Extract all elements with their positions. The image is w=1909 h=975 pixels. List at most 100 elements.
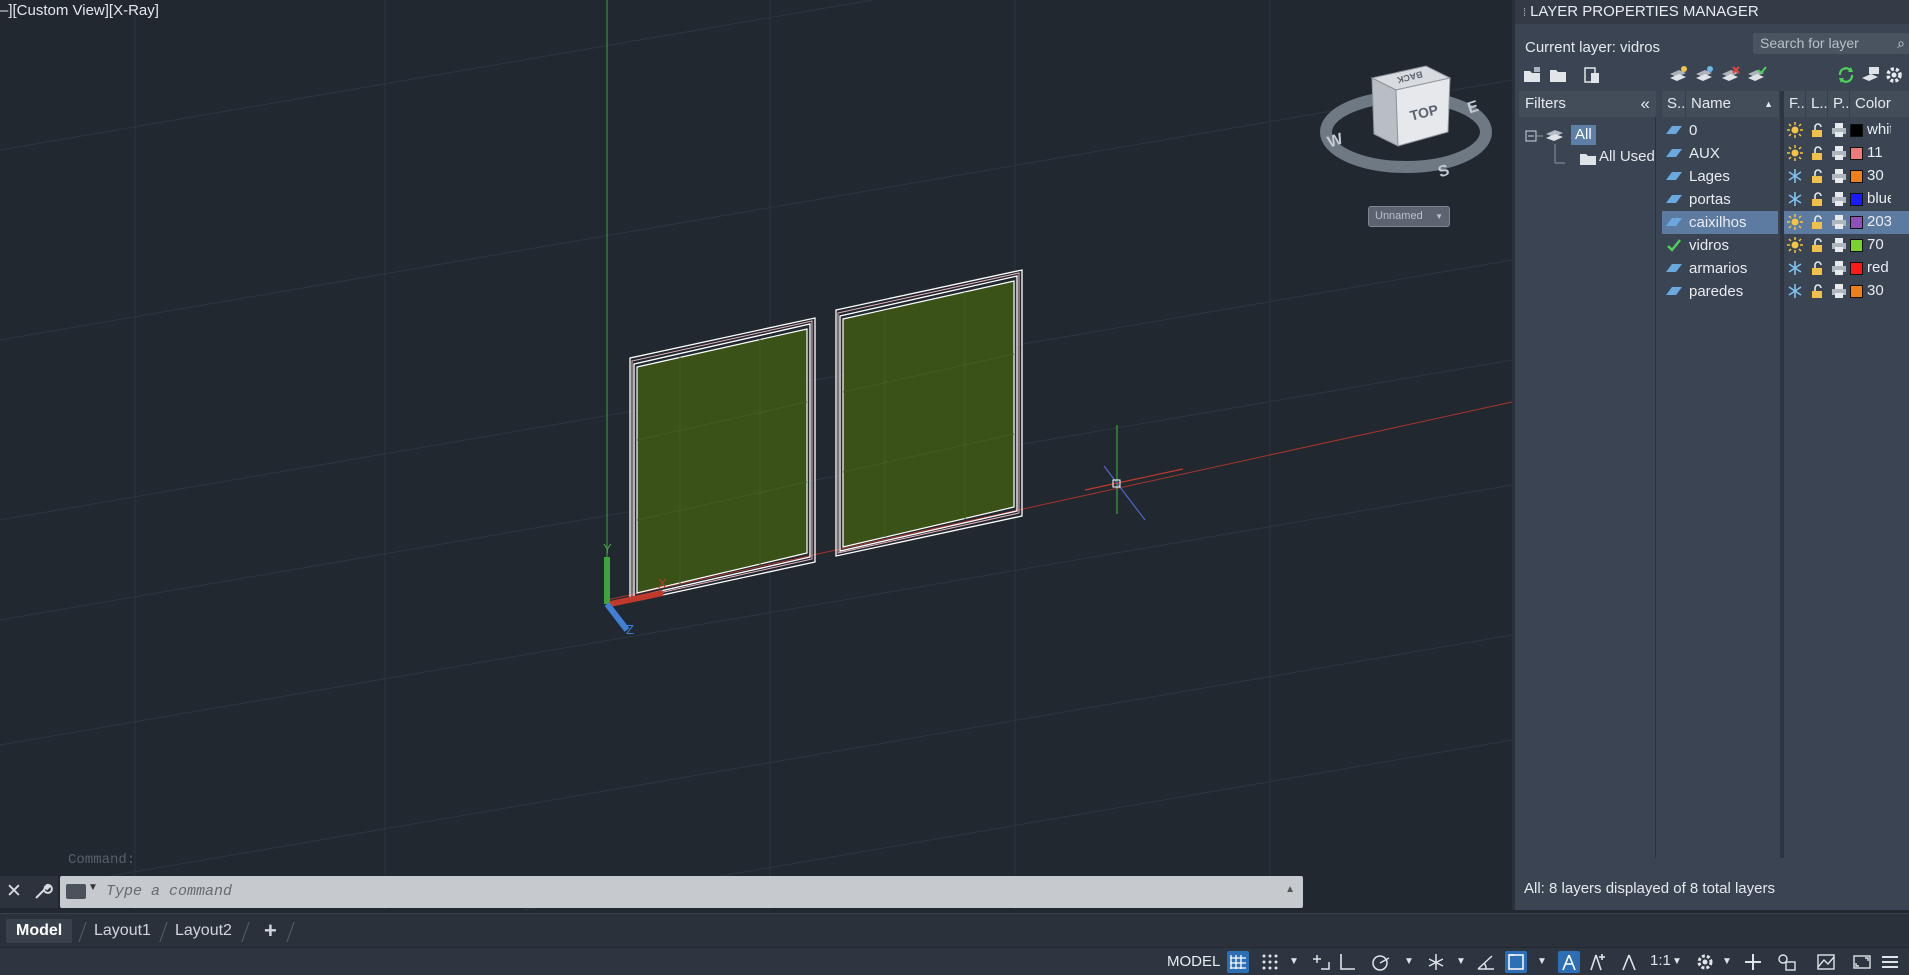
annotation-visibility-icon[interactable] [1558,951,1580,973]
sun-icon[interactable] [1787,145,1803,161]
color-swatch[interactable] [1850,193,1863,206]
column-lock[interactable]: L... [1806,91,1828,117]
filter-all-used-layers[interactable]: All Used Layers [1599,148,1655,165]
color-swatch[interactable] [1850,216,1863,229]
layer-name[interactable]: AUX [1686,142,1778,165]
layer-color-name[interactable]: 11 [1867,144,1891,161]
snowflake-icon[interactable] [1787,260,1803,276]
polar-tracking-icon[interactable] [1370,951,1392,973]
object-snap-icon[interactable] [1505,951,1527,973]
layer-color-name[interactable]: 203 [1867,213,1891,230]
filter-all[interactable]: All [1571,125,1596,145]
chevron-up-icon[interactable]: ▲ [1285,884,1295,895]
printer-icon[interactable] [1831,237,1847,253]
snap-mode-icon[interactable] [1259,951,1281,973]
new-group-filter-icon[interactable] [1547,64,1569,86]
layer-status-icon[interactable] [1662,257,1686,280]
layer-status-icon[interactable] [1662,211,1686,234]
named-view-dropdown[interactable]: Unnamed ▼ [1368,206,1450,227]
printer-icon[interactable] [1831,122,1847,138]
auto-scale-icon[interactable] [1586,951,1608,973]
close-icon[interactable]: ✕ [6,880,22,903]
layer-name[interactable]: portas [1686,188,1778,211]
grip-icon[interactable]: ⁞ [1523,7,1526,19]
sun-icon[interactable] [1787,122,1803,138]
layer-name[interactable]: Lages [1686,165,1778,188]
layer-settings-icon[interactable] [1859,64,1881,86]
layer-row[interactable]: Lages 30 [1662,165,1909,188]
model-space-toggle[interactable]: MODEL [1167,953,1220,970]
current-layer-check-icon[interactable] [1662,234,1686,257]
annotation-scale-icon[interactable] [1618,951,1640,973]
window-left[interactable] [629,317,816,603]
palette-title-bar[interactable]: ⁞ LAYER PROPERTIES MANAGER [1515,0,1909,24]
unlock-icon[interactable] [1809,122,1825,138]
hamburger-menu-icon[interactable] [1879,951,1901,973]
layer-color-name[interactable]: 70 [1867,236,1891,253]
color-swatch[interactable] [1850,124,1863,137]
printer-icon[interactable] [1831,283,1847,299]
unlock-icon[interactable] [1809,237,1825,253]
viewport-controls-label[interactable]: –][Custom View][X-Ray] [0,2,159,19]
command-input[interactable]: ▼ Type a command ▲ [60,876,1303,908]
printer-icon[interactable] [1831,260,1847,276]
sun-icon[interactable] [1787,237,1803,253]
layer-row[interactable]: 0 white [1662,119,1909,142]
delete-layer-icon[interactable] [1719,64,1741,86]
wrench-icon[interactable] [33,881,53,901]
sun-icon[interactable] [1787,214,1803,230]
unlock-icon[interactable] [1809,168,1825,184]
tab-model[interactable]: Model [6,919,73,943]
set-current-layer-icon[interactable] [1745,64,1767,86]
chevron-down-icon[interactable]: ▼ [1722,956,1732,967]
column-freeze[interactable]: F... [1784,91,1806,117]
clean-screen-icon[interactable] [1851,951,1873,973]
plus-icon[interactable] [1742,951,1764,973]
printer-icon[interactable] [1831,191,1847,207]
viewcube[interactable]: W E S TOP BACK [1318,50,1494,190]
layer-status-icon[interactable] [1662,142,1686,165]
printer-icon[interactable] [1831,145,1847,161]
unlock-icon[interactable] [1809,283,1825,299]
new-layer-icon[interactable] [1667,64,1689,86]
column-status[interactable]: S... [1662,91,1686,117]
layer-status-icon[interactable] [1662,119,1686,142]
isolate-objects-icon[interactable] [1776,951,1798,973]
grid-display-icon[interactable] [1227,951,1249,973]
layer-row[interactable]: caixilhos 203 [1662,211,1909,234]
chevron-down-icon[interactable]: ▼ [1456,956,1466,967]
layer-row[interactable]: armarios red [1662,257,1909,280]
unlock-icon[interactable] [1809,191,1825,207]
layer-name[interactable]: vidros [1686,234,1778,257]
chevron-down-icon[interactable]: ▼ [1537,956,1547,967]
layer-row[interactable]: AUX 11 [1662,142,1909,165]
new-property-filter-icon[interactable] [1521,64,1543,86]
layer-row[interactable]: paredes 30 [1662,280,1909,303]
layer-status-icon[interactable] [1662,188,1686,211]
layer-color-name[interactable]: red [1867,259,1891,276]
gear-icon[interactable] [1694,951,1716,973]
model-space-scene[interactable]: Y X Z [0,0,1512,910]
tab-layout1[interactable]: Layout1 [84,919,161,943]
printer-icon[interactable] [1831,214,1847,230]
color-swatch[interactable] [1850,170,1863,183]
isometric-drafting-icon[interactable] [1425,951,1447,973]
add-layout-button[interactable]: + [254,919,287,943]
chevron-down-icon[interactable]: ▼ [1672,956,1682,967]
layer-search-input[interactable]: Search for layer ⌕ [1753,33,1909,54]
infer-constraints-icon[interactable] [1310,951,1332,973]
printer-icon[interactable] [1831,168,1847,184]
layer-row[interactable]: vidros 70 [1662,234,1909,257]
layer-color-name[interactable]: white [1867,121,1891,138]
window-right[interactable] [835,269,1023,557]
chevron-down-icon[interactable]: ▼ [1289,956,1299,967]
collapse-icon[interactable]: « [1641,91,1650,117]
annotation-scale-value[interactable]: 1:1 [1650,952,1671,969]
ortho-mode-icon[interactable] [1336,951,1358,973]
layer-row[interactable]: portas blue [1662,188,1909,211]
layer-color-name[interactable]: 30 [1867,282,1891,299]
unlock-icon[interactable] [1809,145,1825,161]
drawing-viewport[interactable]: Y X Z –][Custom View][X-Ray] W E S TOP B… [0,0,1512,910]
layer-name[interactable]: armarios [1686,257,1778,280]
color-swatch[interactable] [1850,147,1863,160]
